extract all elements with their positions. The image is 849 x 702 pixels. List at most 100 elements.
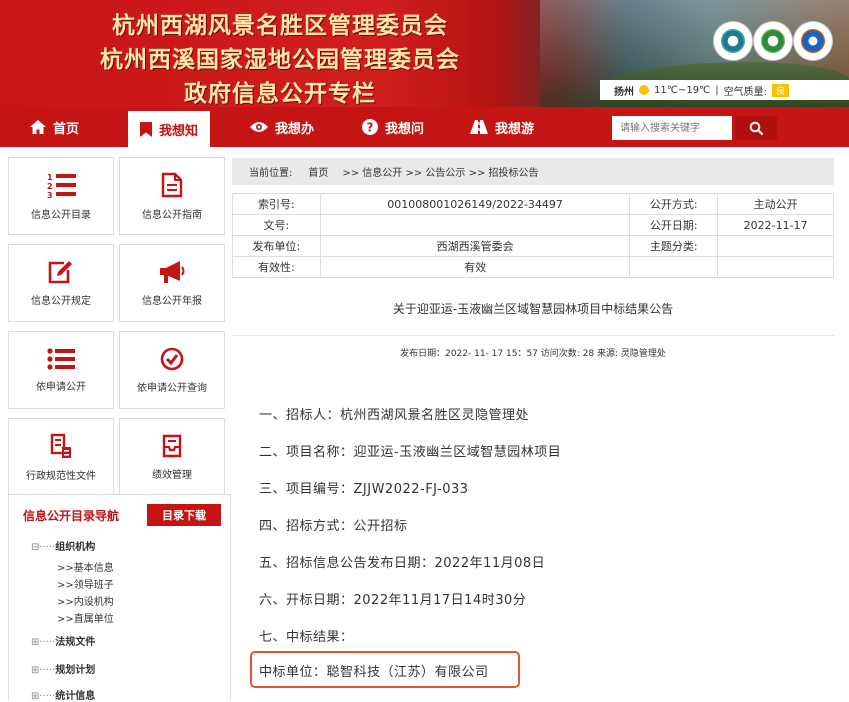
tile-catalog-label: 信息公开目录 [31, 209, 91, 221]
article-paragraph: 七、中标结果： [259, 630, 354, 645]
tree-subitem-affiliates[interactable]: >>直属单位 [57, 610, 114, 625]
nav-home[interactable]: 首页 [30, 107, 79, 147]
breadcrumb-path[interactable]: >> 信息公开 >> 公告公示 >> 招投标公告 [342, 164, 538, 179]
banner-title-2: 杭州西溪国家湿地公园管理委员会 [100, 47, 460, 73]
nav-want-do[interactable]: 我想办 [250, 107, 314, 147]
tile-annual-report-label: 信息公开年报 [142, 295, 202, 307]
site-banner: 杭州西湖风景名胜区管理委员会 杭州西溪国家湿地公园管理委员会 政府信息公开专栏 … [0, 0, 849, 107]
winning-bidder: 中标单位：聪智科技（江苏）有限公司 [259, 665, 489, 680]
eye-icon [250, 122, 268, 132]
nav-want-ask[interactable]: ? 我想问 [362, 107, 424, 147]
meta-row: 索引号: 001008001026149/2022-34497 公开方式: 主动… [232, 193, 834, 215]
inbox-icon [162, 434, 182, 457]
main-nav: 首页 我想知 我想办 ? 我想问 我想游 [0, 107, 849, 147]
file-stamp-icon [50, 433, 71, 458]
svg-text:1: 1 [47, 173, 53, 182]
bookmark-icon [140, 121, 152, 137]
tile-apply-label: 依申请公开 [36, 381, 86, 393]
meta-method-value: 主动公开 [717, 193, 834, 215]
info-meta-table: 索引号: 001008001026149/2022-34497 公开方式: 主动… [232, 193, 834, 278]
edit-icon [48, 260, 72, 283]
breadcrumb-home-link[interactable]: 首页 [308, 164, 328, 179]
nav-want-know[interactable]: 我想知 [128, 111, 211, 147]
tile-apply-query[interactable]: 依申请公开查询 [119, 331, 225, 409]
article-paragraph: 六、开标日期：2022年11月17日14时30分 [259, 593, 527, 608]
check-circle-icon [160, 347, 184, 370]
publish-info: 发布日期：2022- 11- 17 15：57 访问次数: 28 来源: 灵隐管… [400, 349, 666, 359]
banner-title-3: 政府信息公开专栏 [184, 81, 376, 107]
weather-separator: | [715, 84, 719, 96]
tree-item-regulations[interactable]: ⊞·····法规文件 [31, 633, 95, 648]
air-quality-label: 空气质量: [723, 86, 768, 98]
catalog-nav: 信息公开目录导航 目录下载 ⊟·····组织机构 >>基本信息 >>领导班子 >… [8, 494, 231, 702]
meta-label: 主题分类: [629, 235, 719, 257]
emblem-logo-2 [754, 22, 792, 60]
tree-item-org[interactable]: ⊟·····组织机构 [31, 538, 95, 553]
tile-annual-report[interactable]: 信息公开年报 [119, 244, 225, 322]
meta-row: 文号: 公开日期: 2022-11-17 [232, 214, 834, 236]
tile-rules[interactable]: 信息公开规定 [8, 244, 114, 322]
weather-widget: 扬州 11℃~19℃ | 空气质量: 良 [600, 80, 849, 100]
tile-normative-docs[interactable]: 行政规范性文件 [8, 418, 114, 496]
search-button[interactable] [735, 116, 777, 140]
nav-home-label: 首页 [53, 121, 80, 137]
nav-want-travel-label: 我想游 [495, 121, 535, 137]
article-paragraph: 二、项目名称：迎亚运-玉液幽兰区域智慧园林项目 [259, 445, 562, 460]
meta-label: 发布单位: [232, 235, 321, 257]
meta-label: 有效性: [232, 256, 321, 278]
meta-row: 有效性: 有效 [232, 256, 834, 278]
meta-label: 索引号: [232, 193, 321, 215]
tree-subitem-leadership[interactable]: >>领导班子 [57, 576, 114, 591]
nav-want-know-label: 我想知 [159, 123, 199, 139]
tile-performance[interactable]: 绩效管理 [119, 418, 225, 496]
svg-text:?: ? [367, 121, 374, 135]
meta-valid-value: 有效 [319, 256, 631, 278]
article-title: 关于迎亚运-玉液幽兰区域智慧园林项目中标结果公告 [392, 302, 674, 316]
meta-org-value: 西湖西溪管委会 [319, 235, 631, 257]
search-input[interactable] [612, 116, 732, 140]
question-icon: ? [362, 119, 378, 135]
tile-apply[interactable]: 依申请公开 [8, 331, 114, 409]
catalog-title: 信息公开目录导航 [23, 509, 120, 523]
numbered-list-icon: 1 2 3 [47, 173, 76, 198]
weather-temp: 11℃~19℃ [654, 84, 711, 96]
meta-row: 发布单位: 西湖西溪管委会 主题分类: [232, 235, 834, 257]
banner-title-1: 杭州西湖风景名胜区管理委员会 [112, 13, 448, 39]
tile-catalog[interactable]: 1 2 3 信息公开目录 [8, 157, 114, 235]
svg-text:2: 2 [47, 182, 53, 191]
tile-rules-label: 信息公开规定 [31, 295, 91, 307]
article-paragraph: 五、招标信息公告发布日期：2022年11月08日 [259, 556, 546, 571]
meta-docno-value [319, 214, 631, 236]
list-icon [47, 347, 75, 370]
megaphone-icon [160, 260, 185, 283]
nav-want-do-label: 我想办 [275, 121, 315, 137]
weather-city: 扬州 [614, 86, 634, 98]
tile-guide-label: 信息公开指南 [142, 209, 202, 221]
breadcrumb-label: 当前位置: [249, 168, 293, 179]
tile-apply-query-label: 依申请公开查询 [137, 382, 207, 394]
tile-guide[interactable]: 信息公开指南 [119, 157, 225, 235]
tile-performance-label: 绩效管理 [152, 469, 192, 481]
meta-label: 文号: [232, 214, 321, 236]
meta-label: 公开日期: [629, 214, 719, 236]
sun-icon [639, 85, 649, 95]
home-icon [30, 120, 46, 134]
title-divider [232, 335, 834, 336]
emblem-logo-1 [714, 22, 752, 60]
catalog-download-button[interactable]: 目录下载 [147, 504, 221, 526]
road-icon [470, 120, 488, 134]
nav-want-travel[interactable]: 我想游 [470, 107, 534, 147]
tree-item-statistics[interactable]: ⊞·····统计信息 [31, 687, 95, 702]
document-icon [161, 172, 183, 197]
emblem-logo-3 [794, 22, 832, 60]
tree-subitem-basic-info[interactable]: >>基本信息 [57, 559, 114, 574]
article-paragraph: 三、项目编号：ZJJW2022-FJ-033 [259, 482, 469, 497]
meta-topic-value [717, 235, 834, 257]
breadcrumb: 当前位置: 首页 >> 信息公开 >> 公告公示 >> 招投标公告 [232, 158, 834, 185]
tree-item-plans[interactable]: ⊞·····规划计划 [31, 661, 95, 676]
tree-subitem-departments[interactable]: >>内设机构 [57, 593, 114, 608]
article-paragraph: 一、招标人：杭州西湖风景名胜区灵隐管理处 [259, 408, 530, 423]
meta-index-value: 001008001026149/2022-34497 [319, 193, 631, 215]
article-paragraph: 四、招标方式：公开招标 [259, 519, 408, 534]
search-icon [749, 121, 763, 135]
